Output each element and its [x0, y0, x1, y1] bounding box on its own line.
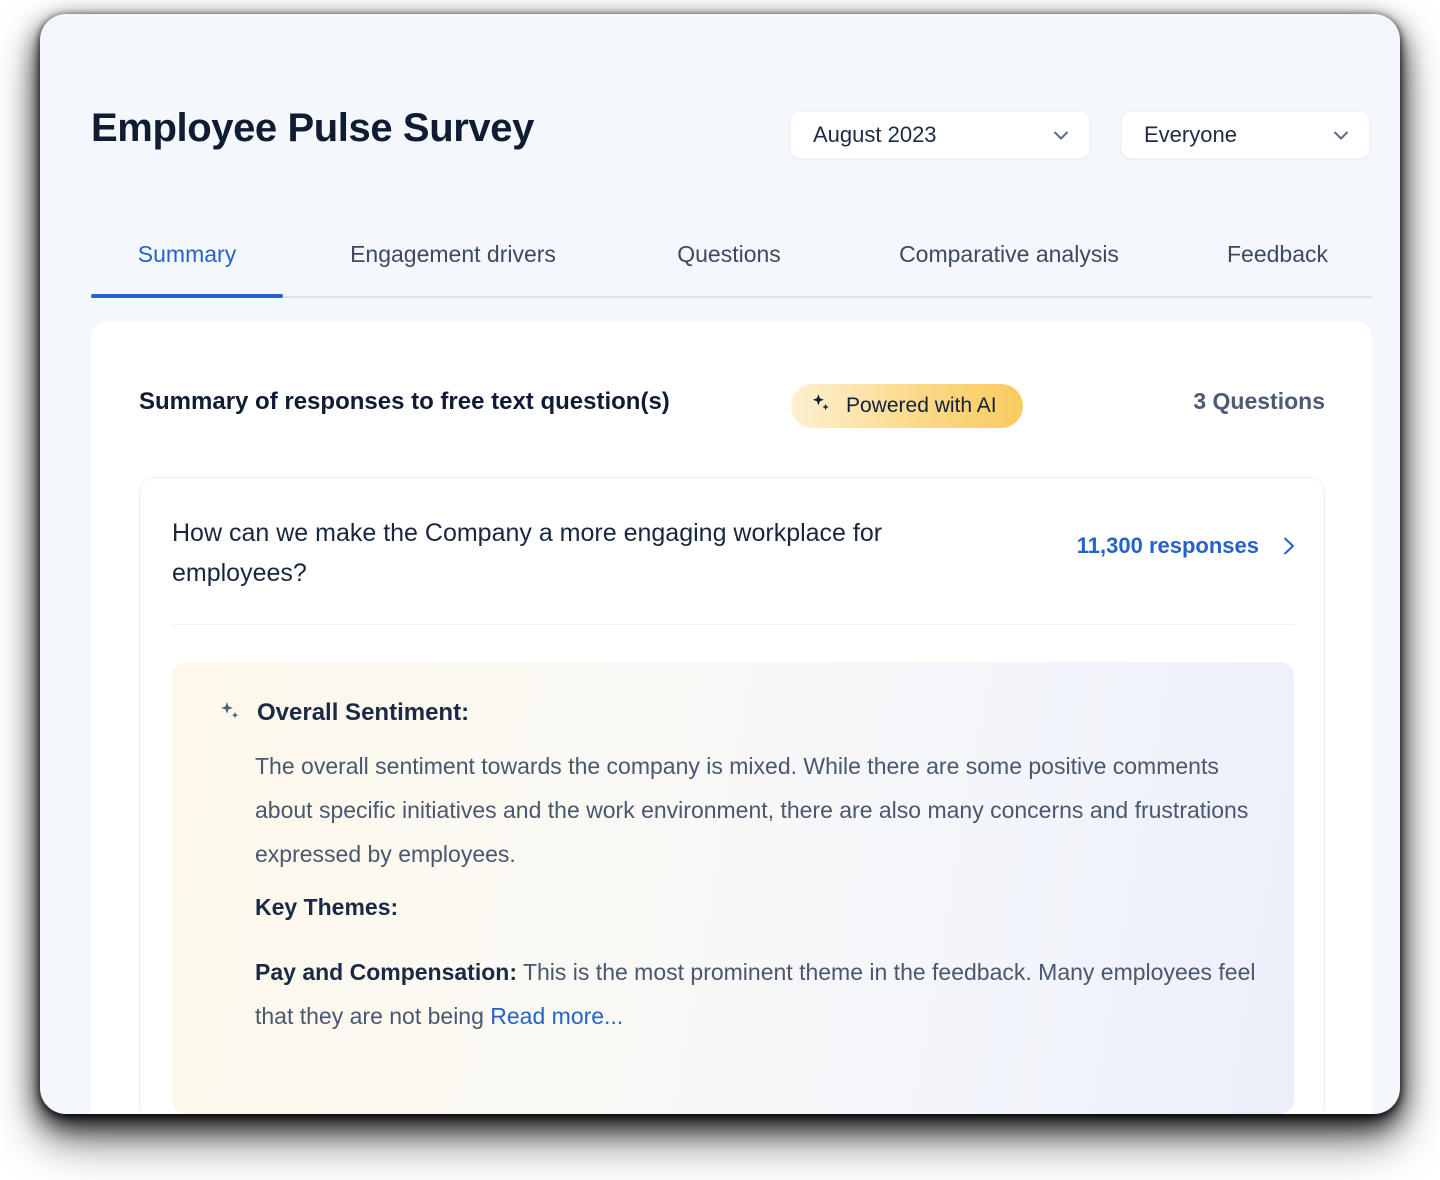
audience-dropdown[interactable]: Everyone [1121, 111, 1370, 159]
summary-section-header: Summary of responses to free text questi… [139, 384, 1325, 428]
page-title: Employee Pulse Survey [91, 106, 534, 150]
tab-summary[interactable]: Summary [91, 210, 283, 298]
question-card: How can we make the Company a more engag… [139, 477, 1325, 1114]
sparkle-icon [811, 393, 833, 420]
key-themes-heading: Key Themes: [255, 894, 399, 920]
question-text: How can we make the Company a more engag… [172, 519, 883, 587]
tab-comparative-analysis[interactable]: Comparative analysis [835, 210, 1183, 298]
overall-sentiment-heading-row: Overall Sentiment: [220, 698, 469, 728]
sparkle-icon [220, 701, 242, 727]
read-more-link[interactable]: Read more... [490, 1003, 623, 1029]
app-header: Employee Pulse Survey August 2023 Everyo… [40, 14, 1400, 210]
question-card-header: How can we make the Company a more engag… [140, 478, 1324, 618]
tab-label: Questions [677, 240, 781, 267]
period-dropdown-value: August 2023 [813, 122, 937, 147]
responses-count-label: 11,300 responses [1076, 533, 1259, 558]
section-title: Summary of responses to free text questi… [139, 388, 670, 415]
questions-count: 3 Questions [1193, 388, 1325, 414]
screenshot-viewport: Employee Pulse Survey August 2023 Everyo… [0, 0, 1440, 1180]
summary-content-card: Summary of responses to free text questi… [91, 322, 1372, 1114]
tab-feedback[interactable]: Feedback [1183, 210, 1372, 298]
ai-badge-label: Powered with AI [846, 394, 997, 417]
overall-sentiment-body: The overall sentiment towards the compan… [255, 753, 1249, 867]
tab-label: Summary [137, 240, 237, 267]
overall-sentiment-heading: Overall Sentiment: [257, 699, 470, 726]
tab-bar: Summary Engagement drivers Questions Com… [91, 210, 1372, 298]
question-card-divider [172, 624, 1294, 625]
tab-label: Feedback [1226, 240, 1328, 267]
key-theme-item: Pay and Compensation: This is the most p… [255, 950, 1257, 1038]
audience-dropdown-value: Everyone [1144, 122, 1237, 147]
chevron-right-icon [1279, 535, 1299, 557]
chevron-down-icon [1331, 125, 1351, 145]
period-dropdown[interactable]: August 2023 [790, 111, 1090, 159]
tab-engagement-drivers[interactable]: Engagement drivers [283, 210, 623, 298]
responses-link[interactable]: 11,300 responses [1077, 533, 1299, 559]
chevron-down-icon [1051, 125, 1071, 145]
app-window: Employee Pulse Survey August 2023 Everyo… [40, 14, 1400, 1114]
ai-summary-panel: Overall Sentiment: The overall sentiment… [172, 662, 1294, 1114]
tab-label: Engagement drivers [350, 240, 556, 267]
key-theme-label: Pay and Compensation: [255, 959, 517, 985]
tab-label: Comparative analysis [899, 240, 1119, 267]
powered-with-ai-badge[interactable]: Powered with AI [791, 384, 1023, 428]
tab-questions[interactable]: Questions [623, 210, 835, 298]
